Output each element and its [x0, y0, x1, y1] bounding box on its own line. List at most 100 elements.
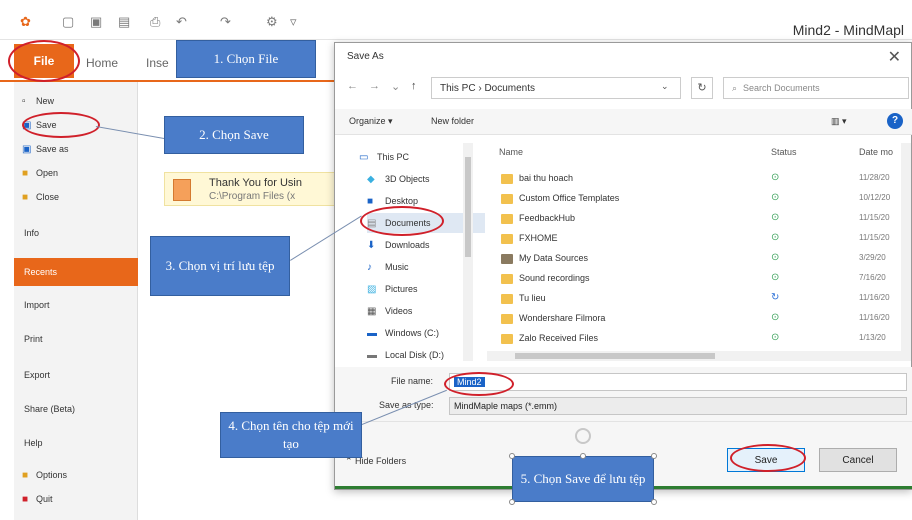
address-bar[interactable]: This PC › Documents	[431, 77, 681, 99]
search-input[interactable]: ⌕ Search Documents	[723, 77, 909, 99]
list-item[interactable]: Wondershare Filmora ⊙ 11/16/20	[487, 309, 907, 329]
tree-item-this-pc[interactable]: ▭ This PC	[359, 147, 477, 167]
column-date[interactable]: Date mo	[859, 147, 893, 157]
drive-icon: ▬	[367, 349, 377, 361]
save-as-dialog: Save As ✕ ← → ⌄ ↑ This PC › Documents ⌄ …	[334, 42, 912, 490]
sidebar-item-info[interactable]: Info	[14, 222, 138, 244]
resize-handle[interactable]	[509, 499, 515, 505]
filename-panel: File name: Mind2 Save as type: MindMaple…	[335, 367, 912, 421]
sidebar-item-options[interactable]: ■ Options	[14, 464, 138, 486]
save-icon[interactable]: ▤	[118, 14, 130, 30]
list-item[interactable]: My Data Sources ⊙ 3/29/20	[487, 249, 907, 269]
save-type-select[interactable]: MindMaple maps (*.emm)	[449, 397, 907, 415]
highlight-ring-save	[22, 112, 100, 138]
close-icon[interactable]: ✕	[888, 47, 901, 67]
list-item[interactable]: FXHOME ⊙ 11/15/20	[487, 229, 907, 249]
list-item[interactable]: FeedbackHub ⊙ 11/15/20	[487, 209, 907, 229]
help-icon[interactable]: ?	[887, 113, 903, 129]
highlight-ring-filename	[444, 372, 514, 396]
highlight-ring-save-button	[730, 444, 806, 472]
sidebar-item-recents[interactable]: Recents	[14, 258, 138, 286]
computer-icon: ▭	[359, 151, 369, 163]
list-item[interactable]: Zalo Received Files ⊙ 1/13/20	[487, 329, 907, 349]
sidebar-item-quit[interactable]: ■ Quit	[14, 488, 138, 510]
list-item[interactable]: Custom Office Templates ⊙ 10/12/20	[487, 189, 907, 209]
folder-icon	[501, 234, 513, 244]
chevron-down-icon[interactable]: ⌄	[391, 80, 400, 93]
synced-icon: ⊙	[771, 232, 780, 243]
tree-scrollbar-thumb[interactable]	[465, 157, 471, 257]
column-name[interactable]: Name	[499, 147, 523, 157]
sidebar-item-share[interactable]: Share (Beta)	[14, 398, 138, 420]
synced-icon: ⊙	[771, 332, 780, 343]
synced-icon: ⊙	[771, 312, 780, 323]
sidebar-item-close[interactable]: ■ Close	[14, 186, 138, 208]
up-icon[interactable]: ↑	[411, 80, 417, 92]
callout-step-1: 1. Chọn File	[176, 40, 316, 78]
list-vertical-scrollbar[interactable]	[901, 143, 911, 361]
undo-icon[interactable]: ↶	[176, 14, 187, 30]
callout-step-3: 3. Chọn vị trí lưu tệp	[150, 236, 290, 296]
syncing-icon: ↻	[771, 292, 780, 303]
dialog-toolbar: Organize ▾ New folder ▥ ▾ ?	[335, 109, 912, 135]
sidebar-item-help[interactable]: Help	[14, 432, 138, 454]
backstage-sidebar: ▫ New ▣ Save ▣ Save as ■ Open ■ Close Info Re…	[14, 82, 138, 520]
redo-icon[interactable]: ↷	[220, 14, 231, 30]
resize-handle[interactable]	[509, 453, 515, 459]
sidebar-item-new[interactable]: ▫ New	[14, 90, 138, 112]
file-name-input[interactable]: Mind2	[449, 373, 907, 391]
folder-icon	[501, 174, 513, 184]
list-item[interactable]: Tu lieu ↻ 11/16/20	[487, 289, 907, 309]
organize-button[interactable]: Organize ▾	[349, 116, 393, 127]
open-icon[interactable]: ▣	[90, 14, 102, 30]
sidebar-item-import[interactable]: Import	[14, 294, 138, 316]
resize-handle[interactable]	[580, 453, 586, 459]
drive-icon: ▬	[367, 327, 377, 339]
new-folder-button[interactable]: New folder	[431, 116, 474, 126]
sidebar-item-print[interactable]: Print	[14, 328, 138, 350]
list-item[interactable]: bai thu hoach ⊙ 11/28/20	[487, 169, 907, 189]
forward-icon[interactable]: →	[369, 80, 380, 92]
close-folder-icon: ■	[22, 191, 29, 203]
folder-icon	[501, 274, 513, 284]
sidebar-item-open[interactable]: ■ Open	[14, 162, 138, 184]
view-options-icon[interactable]: ▥ ▾	[831, 116, 847, 127]
callout-step-4: 4. Chọn tên cho tệp mới tạo	[220, 412, 362, 458]
tab-home[interactable]: Home	[86, 56, 118, 70]
pictures-icon: ▨	[367, 283, 377, 295]
synced-icon: ⊙	[771, 272, 780, 283]
recent-file-card[interactable]: Thank You for Usin C:\Program Files (x	[164, 172, 336, 206]
column-status[interactable]: Status	[771, 147, 797, 157]
new-icon[interactable]: ▢	[62, 14, 74, 30]
sidebar-item-save-as[interactable]: ▣ Save as	[14, 138, 138, 160]
synced-icon: ⊙	[771, 212, 780, 223]
sidebar-item-export[interactable]: Export	[14, 364, 138, 386]
print-icon[interactable]: ⎙	[150, 14, 160, 30]
search-icon: ⌕	[732, 82, 738, 93]
refresh-icon[interactable]: ↻	[691, 77, 713, 99]
resize-handle[interactable]	[651, 453, 657, 459]
recent-file-path: C:\Program Files (x	[209, 191, 296, 202]
app-logo-icon: ✿	[20, 14, 31, 29]
download-icon: ⬇	[367, 239, 376, 251]
highlight-ring-file	[8, 40, 80, 82]
music-icon: ♪	[367, 261, 372, 273]
data-sources-icon	[501, 254, 513, 264]
customize-icon[interactable]: ▿	[290, 14, 297, 30]
list-scrollbar-thumb[interactable]	[515, 353, 715, 359]
rotate-handle-icon[interactable]	[575, 428, 591, 444]
back-icon[interactable]: ←	[347, 80, 358, 92]
cancel-button[interactable]: Cancel	[819, 448, 897, 472]
tab-insert[interactable]: Inse	[146, 56, 169, 70]
new-doc-icon: ▫	[22, 95, 26, 107]
list-item[interactable]: Sound recordings ⊙ 7/16/20	[487, 269, 907, 289]
settings-icon[interactable]: ⚙	[266, 14, 278, 30]
resize-handle[interactable]	[651, 499, 657, 505]
folder-icon	[501, 314, 513, 324]
folder-icon	[501, 334, 513, 344]
synced-icon: ⊙	[771, 192, 780, 203]
callout-step-2: 2. Chọn Save	[164, 116, 304, 154]
file-icon	[173, 179, 191, 201]
address-dropdown-icon[interactable]: ⌄	[661, 81, 669, 92]
folder-tree: ▭ This PC ◆ 3D Objects ■ Desktop ▤ Documents…	[349, 143, 485, 363]
